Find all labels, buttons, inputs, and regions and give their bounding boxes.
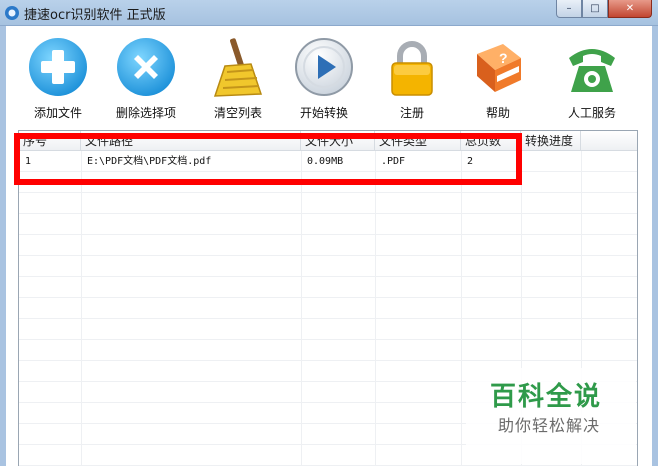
svg-text:?: ? [499, 50, 508, 66]
plus-icon [29, 38, 87, 96]
register-label: 注册 [399, 106, 424, 120]
table-row-empty [19, 340, 637, 361]
register-button[interactable]: 注册 [372, 36, 452, 122]
help-label: 帮助 [485, 106, 510, 120]
watermark: 百科全说 助你轻松解决 [466, 368, 636, 464]
table-row-empty [19, 319, 637, 340]
manual-service-label: 人工服务 [567, 106, 616, 120]
close-button[interactable]: ✕ [608, 0, 652, 18]
clear-list-button[interactable]: 清空列表 [198, 36, 278, 122]
table-row-empty [19, 214, 637, 235]
table-row-empty [19, 235, 637, 256]
play-icon [295, 38, 353, 96]
table-row-empty [19, 256, 637, 277]
add-file-button[interactable]: 添加文件 [18, 36, 98, 122]
maximize-button[interactable]: □ [582, 0, 608, 18]
broom-icon [213, 38, 263, 97]
delete-selected-button[interactable]: 删除选择项 [106, 36, 186, 122]
watermark-title: 百科全说 [490, 382, 603, 412]
title-bar: 捷速ocr识别软件 正式版 – □ ✕ [0, 0, 658, 26]
start-convert-label: 开始转换 [299, 106, 348, 120]
window-frame-right [652, 26, 658, 466]
lock-icon [391, 41, 433, 96]
window-controls: – □ ✕ [556, 0, 652, 20]
help-button[interactable]: ? 帮助 [458, 36, 538, 122]
help-book-icon: ? [477, 44, 521, 92]
table-row-empty [19, 277, 637, 298]
app-logo-icon [5, 6, 19, 20]
table-row-empty [19, 298, 637, 319]
red-highlight-box [14, 133, 522, 185]
table-row-empty [19, 193, 637, 214]
x-icon [117, 38, 175, 96]
watermark-subtitle: 助你轻松解决 [498, 416, 601, 435]
add-file-label: 添加文件 [33, 106, 82, 120]
start-convert-button[interactable]: 开始转换 [284, 36, 364, 122]
delete-selected-label: 删除选择项 [115, 106, 176, 120]
clear-list-label: 清空列表 [213, 106, 262, 120]
toolbar: 添加文件 删除选择项 清空列表 开始转换 注册 ? 帮助 人工服务 [6, 26, 652, 124]
window-title: 捷速ocr识别软件 正式版 [24, 8, 166, 23]
phone-icon [569, 49, 615, 92]
manual-service-button[interactable]: 人工服务 [552, 36, 632, 122]
column-header-progress[interactable]: 转换进度 [521, 131, 581, 151]
minimize-button[interactable]: – [556, 0, 582, 18]
